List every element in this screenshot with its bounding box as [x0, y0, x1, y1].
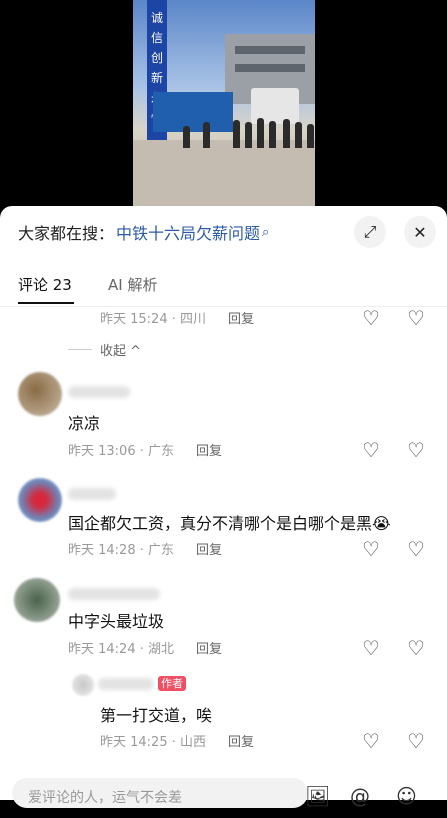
comments-sheet: 大家都在搜： 中铁十六局欠薪问题 ⌕ ⤢ ✕ 评论 23 AI 解析 昨天 15… — [0, 206, 447, 800]
trending-search[interactable]: 大家都在搜： 中铁十六局欠薪问题 ⌕ — [18, 220, 269, 244]
heart-icon[interactable]: ♡ — [362, 636, 380, 660]
dislike-icon[interactable]: ♡ — [407, 438, 425, 462]
dislike-icon[interactable]: ♡ — [407, 537, 425, 561]
tab-comments[interactable]: 评论 23 — [18, 274, 72, 295]
comment-meta: 昨天 14:24 · 湖北 回复 — [68, 642, 223, 657]
collapse-label: 收起 ^ — [100, 344, 142, 359]
collapse-replies[interactable]: 收起 ^ — [68, 340, 141, 359]
username[interactable] — [98, 678, 154, 690]
heart-icon[interactable]: ♡ — [362, 438, 380, 462]
comment-meta: 昨天 13:06 · 广东 回复 — [68, 444, 223, 459]
comment-meta: 昨天 14:25 · 山西 回复 — [100, 735, 255, 750]
search-icon[interactable]: ⌕ — [262, 225, 269, 240]
search-prefix: 大家都在搜： — [18, 224, 115, 243]
reply-button[interactable]: 回复 — [196, 543, 222, 558]
comment-meta: 昨天 15:24 · 四川 回复 — [100, 312, 255, 327]
comment-text: 中字头最垃圾 — [68, 612, 165, 631]
close-icon[interactable]: ✕ — [404, 216, 436, 248]
video-frame[interactable]: 诚信创新永恒 — [133, 0, 315, 208]
avatar[interactable] — [14, 578, 60, 622]
at-icon[interactable]: @ — [350, 784, 370, 808]
comment-input[interactable]: 爱评论的人，运气不会差 — [12, 778, 308, 808]
reply-button[interactable]: 回复 — [228, 312, 254, 327]
avatar[interactable] — [18, 478, 62, 522]
collapse-line — [68, 349, 92, 350]
dislike-icon[interactable]: ♡ — [407, 636, 425, 660]
tab-underline — [18, 302, 74, 304]
comment-actions: ♡ ♡ — [362, 729, 425, 753]
dislike-icon[interactable]: ♡ — [407, 729, 425, 753]
tab-bar: 评论 23 AI 解析 — [0, 270, 447, 306]
heart-icon[interactable]: ♡ — [362, 729, 380, 753]
comment-actions: ♡ ♡ — [362, 636, 425, 660]
avatar[interactable] — [18, 372, 62, 416]
comment-list: 昨天 15:24 · 四川 回复 ♡ ♡ 收起 ^ 凉凉 昨天 13:06 · 广… — [0, 306, 447, 776]
comment-text: 国企都欠工资，真分不清哪个是白哪个是黑😭 — [68, 514, 391, 533]
ground — [133, 140, 315, 208]
heart-icon[interactable]: ♡ — [362, 537, 380, 561]
comment-actions: ♡ ♡ — [362, 306, 425, 330]
search-query-link[interactable]: 中铁十六局欠薪问题 — [116, 220, 260, 244]
comment-actions: ♡ ♡ — [362, 537, 425, 561]
video-area[interactable]: 诚信创新永恒 — [0, 0, 447, 208]
comment-text: 凉凉 — [68, 414, 101, 433]
reply-button[interactable]: 回复 — [196, 444, 222, 459]
username[interactable] — [68, 488, 116, 500]
username[interactable] — [68, 386, 130, 398]
heart-icon[interactable]: ♡ — [362, 306, 380, 330]
image-icon[interactable]: 🖼 — [305, 784, 330, 808]
comment-text: 第一打交道，唉 — [100, 706, 213, 725]
dislike-icon[interactable]: ♡ — [407, 306, 425, 330]
username[interactable] — [68, 588, 160, 600]
crowd — [173, 108, 314, 148]
comment-actions: ♡ ♡ — [362, 438, 425, 462]
reply-button[interactable]: 回复 — [196, 642, 222, 657]
comment-meta: 昨天 14:28 · 广东 回复 — [68, 543, 223, 558]
avatar[interactable] — [72, 674, 94, 696]
reply-button[interactable]: 回复 — [228, 735, 254, 750]
comment-input-bar: 爱评论的人，运气不会差 🖼 @ ☺ — [0, 770, 447, 808]
fullscreen-icon[interactable]: ⤢ — [354, 216, 386, 248]
author-badge: 作者 — [158, 676, 186, 691]
emoji-icon[interactable]: ☺ — [396, 784, 417, 808]
tab-ai-analysis[interactable]: AI 解析 — [108, 274, 157, 295]
